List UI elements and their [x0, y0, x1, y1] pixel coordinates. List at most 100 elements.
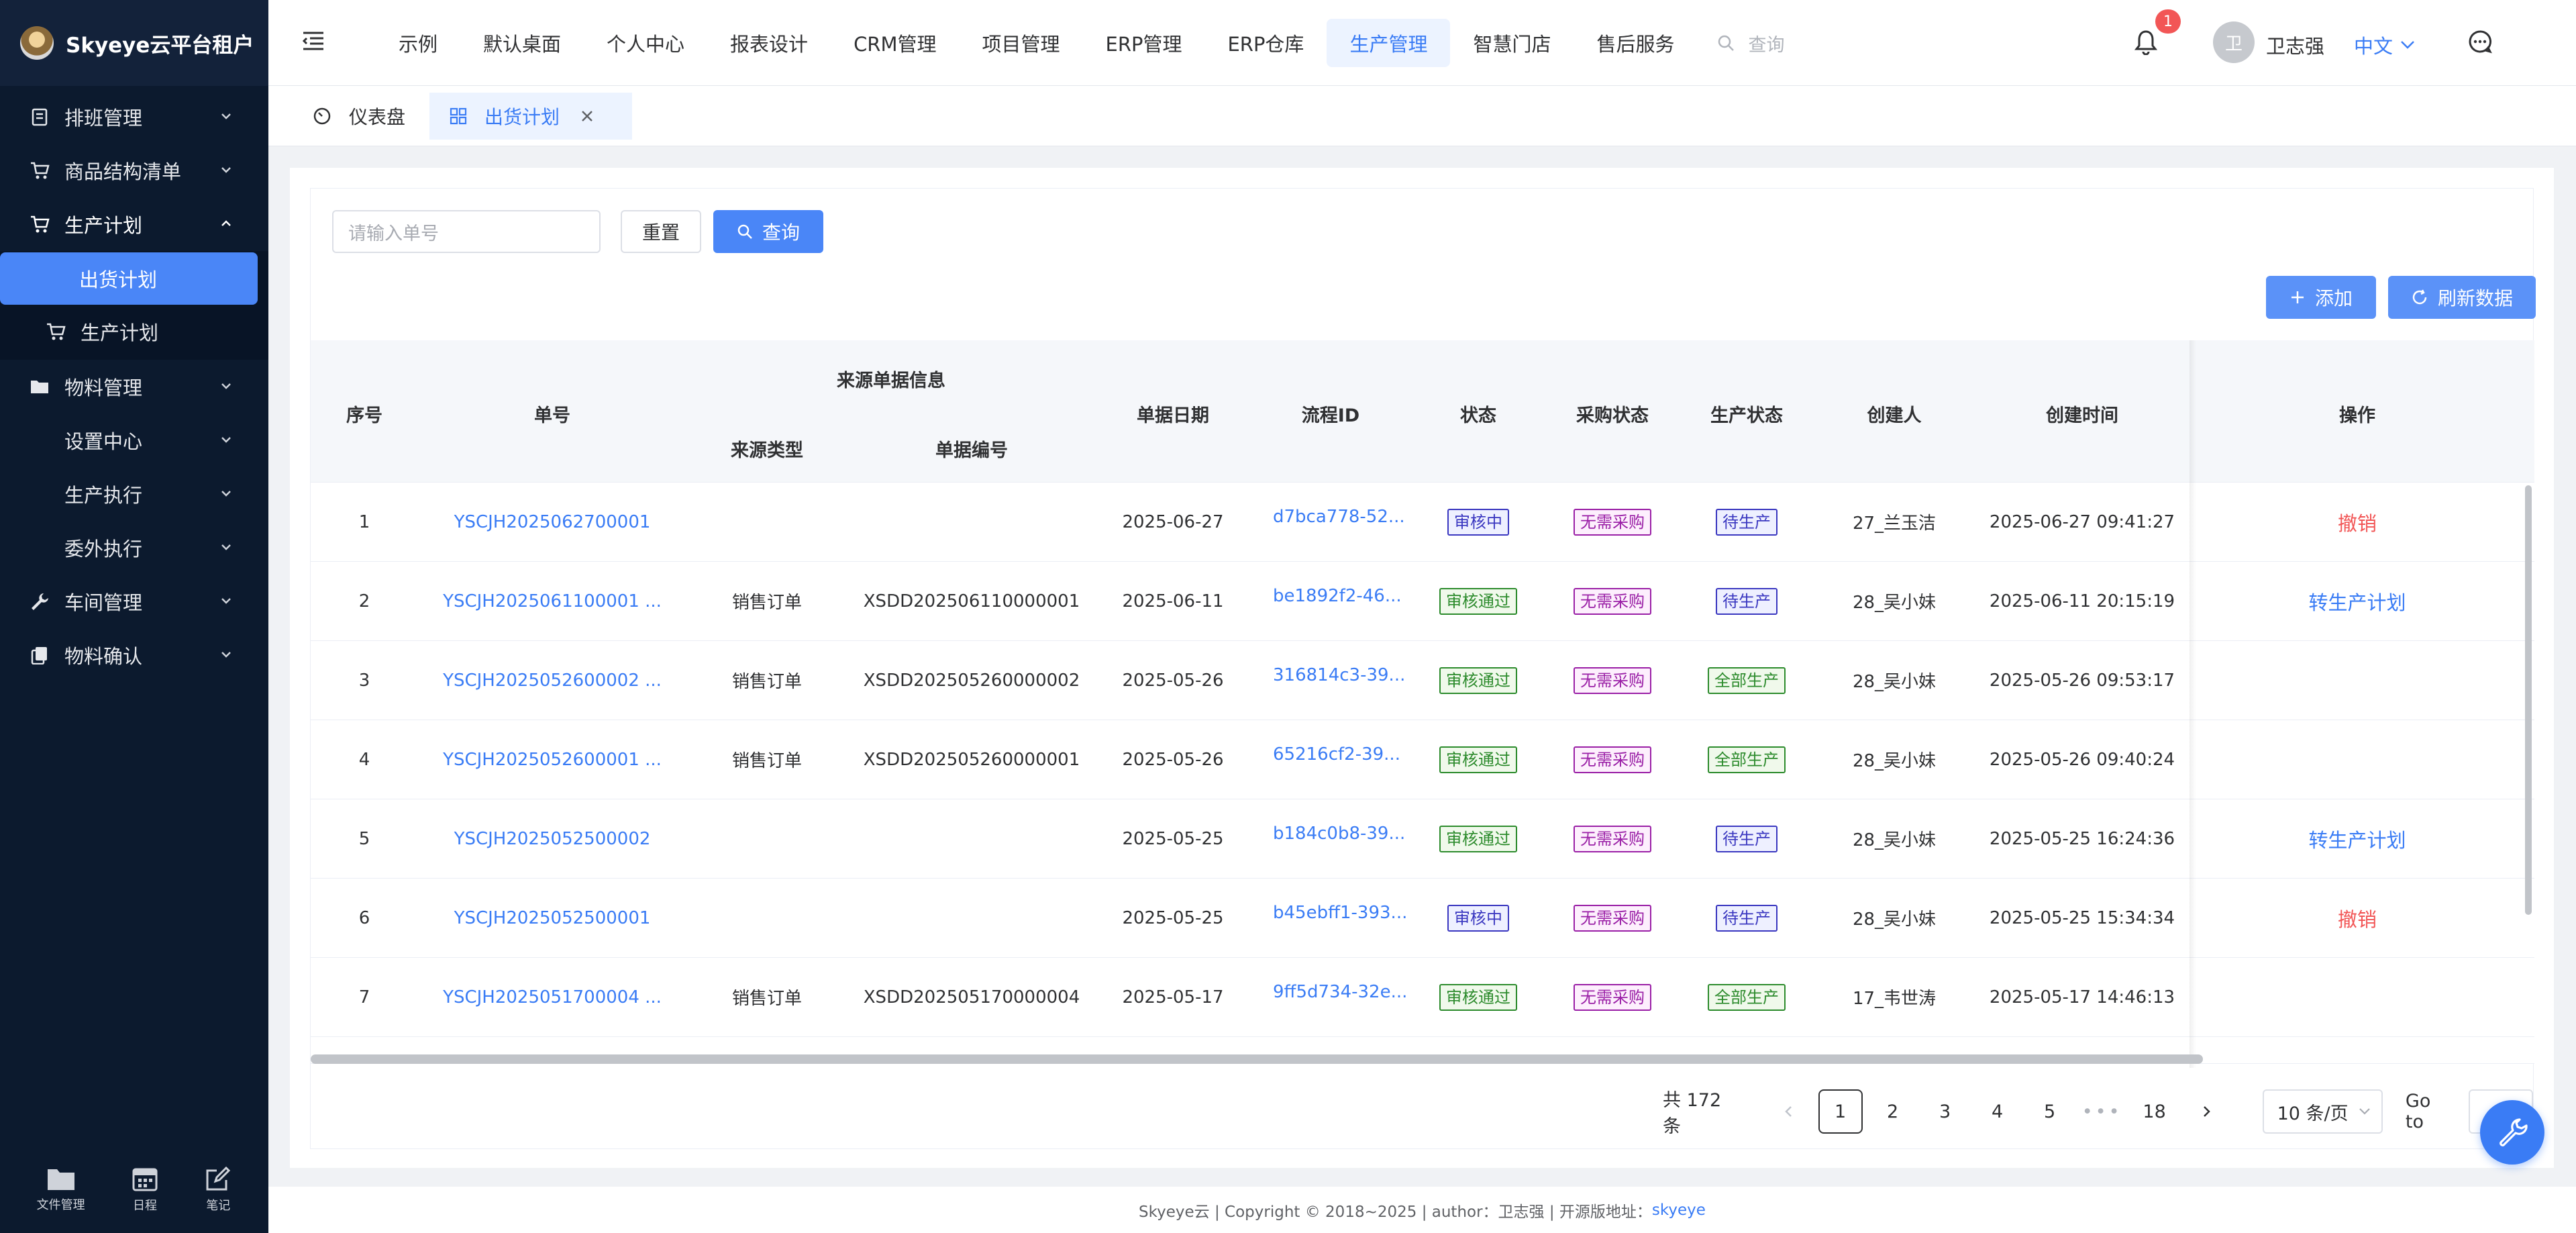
language-select[interactable]: 中文: [2354, 31, 2417, 59]
refresh-button[interactable]: 刷新数据: [2388, 276, 2536, 319]
table-row[interactable]: 2 YSCJH2025061100001 ... 销售订单 XSDD202506110…: [311, 562, 2534, 641]
order-number-link[interactable]: YSCJH2025052500002: [454, 829, 651, 849]
sidebar-item-shipment-plan[interactable]: 出货计划: [0, 252, 258, 305]
nav-search[interactable]: 查询: [1697, 30, 1784, 56]
flow-id-link[interactable]: be1892f2-46...: [1273, 586, 1402, 606]
th-source-no: 单据编号: [935, 440, 1008, 461]
footer-link[interactable]: skyeye: [1652, 1201, 1706, 1219]
cell-status: 审核通过: [1411, 720, 1545, 799]
cell-text: 2: [358, 591, 370, 611]
nav-item-report-design[interactable]: 报表设计: [707, 19, 831, 67]
order-number-link[interactable]: YSCJH2025052600002 ...: [443, 671, 662, 691]
page-button-last[interactable]: 18: [2132, 1089, 2177, 1134]
nav-item-personal-center[interactable]: 个人中心: [584, 19, 707, 67]
flow-id-link[interactable]: b45ebff1-393...: [1273, 903, 1407, 923]
table-row[interactable]: 1 YSCJH2025062700001 2025-06-27 d7bca778-52…: [311, 483, 2534, 562]
table-row[interactable]: 7 YSCJH2025051700004 ... 销售订单 XSDD202505170…: [311, 958, 2534, 1037]
table-row[interactable]: 6 YSCJH2025052500001 2025-05-25 b45ebff1-39…: [311, 879, 2534, 958]
page-button-3[interactable]: 3: [1923, 1089, 1967, 1134]
page-size-select[interactable]: 10 条/页: [2262, 1089, 2383, 1134]
sidebar-item-outsource[interactable]: 委外执行: [0, 521, 268, 575]
tools-fab-button[interactable]: [2480, 1100, 2544, 1165]
nav-item-after-sales[interactable]: 售后服务: [1574, 19, 1697, 67]
nav-item-examples[interactable]: 示例: [376, 19, 460, 67]
sidebar-item-production-plan-group[interactable]: 生产计划: [0, 197, 268, 251]
notes-button[interactable]: 笔记: [205, 1165, 231, 1214]
chat-icon[interactable]: [2468, 30, 2492, 54]
order-number-input[interactable]: 请输入单号: [332, 210, 601, 253]
page-more-button[interactable]: •••: [2080, 1089, 2124, 1134]
sidebar-item-scheduling[interactable]: 排班管理: [0, 90, 268, 144]
cell-text: 28_吴小妹: [1852, 751, 1937, 771]
nav-item-default-desktop[interactable]: 默认桌面: [460, 19, 584, 67]
convert-plan-button[interactable]: 转生产计划: [2308, 587, 2406, 615]
production-tag: 全部生产: [1708, 983, 1786, 1011]
order-number-link[interactable]: YSCJH2025062700001: [454, 512, 651, 532]
reset-button[interactable]: 重置: [621, 210, 701, 253]
cart-icon: [30, 214, 50, 234]
add-button[interactable]: 添加: [2266, 276, 2376, 319]
order-number-link[interactable]: YSCJH2025051700004 ...: [443, 987, 662, 1007]
cell-index: 5: [311, 799, 418, 878]
page-button-2[interactable]: 2: [1871, 1089, 1915, 1134]
tab-dashboard[interactable]: 仪表盘: [293, 93, 425, 140]
nav-item-crm[interactable]: CRM管理: [831, 19, 959, 67]
cell-index: 3: [311, 641, 418, 720]
page-button-4[interactable]: 4: [1975, 1089, 2020, 1134]
logo-bar[interactable]: Skyeye云平台租户: [0, 0, 268, 86]
page-footer: Skyeye云 | Copyright © 2018~2025 | author…: [268, 1187, 2576, 1233]
table-row[interactable]: 3 YSCJH2025052600002 ... 销售订单 XSDD202505260…: [311, 641, 2534, 720]
calendar-button[interactable]: 日程: [132, 1165, 158, 1214]
flow-id-link[interactable]: b184c0b8-39...: [1273, 824, 1405, 844]
bell-icon[interactable]: [2134, 30, 2157, 55]
avatar[interactable]: 卫: [2213, 21, 2255, 63]
nav-item-production[interactable]: 生产管理: [1327, 19, 1451, 67]
horizontal-scrollbar[interactable]: [311, 1054, 2203, 1064]
flow-id-link[interactable]: d7bca778-52...: [1273, 507, 1405, 527]
revoke-button[interactable]: 撤销: [2338, 904, 2377, 932]
username[interactable]: 卫志强: [2266, 31, 2324, 59]
cell-source-type: 销售订单: [686, 641, 847, 720]
table-row[interactable]: 5 YSCJH2025052500002 2025-05-25 b184c0b8-39…: [311, 799, 2534, 879]
order-number-link[interactable]: YSCJH2025061100001 ...: [443, 591, 662, 611]
file-manager-button[interactable]: 文件管理: [37, 1166, 85, 1213]
sidebar-item-material[interactable]: 物料管理: [0, 360, 268, 413]
page-button-1[interactable]: 1: [1818, 1089, 1863, 1134]
convert-plan-button[interactable]: 转生产计划: [2308, 825, 2406, 853]
th-actions: 操作: [2339, 405, 2375, 426]
pagination-total: 共 172 条: [1663, 1090, 1722, 1137]
nav-item-erp[interactable]: ERP管理: [1083, 19, 1205, 67]
tab-shipment-plan[interactable]: 出货计划: [429, 92, 633, 140]
query-button[interactable]: 查询: [713, 210, 823, 253]
nav-item-erp-warehouse[interactable]: ERP仓库: [1204, 19, 1327, 67]
vertical-scrollbar[interactable]: [2525, 485, 2532, 915]
cell-text: XSDD202505260000002: [863, 670, 1080, 691]
nav-item-smart-store[interactable]: 智慧门店: [1450, 19, 1574, 67]
nav-item-project[interactable]: 项目管理: [959, 19, 1082, 67]
th-flow-id: 流程ID: [1301, 405, 1360, 426]
close-icon[interactable]: [580, 109, 595, 124]
menu-collapse-icon[interactable]: [302, 31, 325, 51]
flow-id-link[interactable]: 65216cf2-39...: [1273, 744, 1400, 765]
cell-text: 3: [358, 670, 370, 691]
cell-source-no: [847, 799, 1096, 878]
next-page-button[interactable]: [2185, 1089, 2229, 1134]
refresh-label: 刷新数据: [2437, 287, 2513, 309]
sidebar-item-production-exec[interactable]: 生产执行: [0, 467, 268, 521]
sidebar-item-production-plan[interactable]: 生产计划: [0, 305, 268, 358]
revoke-button[interactable]: 撤销: [2338, 508, 2377, 536]
order-number-link[interactable]: YSCJH2025052500001: [454, 908, 651, 928]
table-row[interactable]: 4 YSCJH2025052600001 ... 销售订单 XSDD202505260…: [311, 720, 2534, 799]
sidebar-item-bom[interactable]: 商品结构清单: [0, 144, 268, 197]
sidebar-item-settings[interactable]: 设置中心: [0, 413, 268, 467]
sidebar-item-material-confirm[interactable]: 物料确认: [0, 628, 268, 682]
cart-icon: [46, 322, 66, 342]
sidebar-item-workshop[interactable]: 车间管理: [0, 575, 268, 628]
order-number-link[interactable]: YSCJH2025052600001 ...: [443, 750, 662, 770]
flow-id-link[interactable]: 316814c3-39...: [1273, 665, 1405, 685]
purchase-tag: 无需采购: [1574, 746, 1651, 773]
page-button-5[interactable]: 5: [2028, 1089, 2072, 1134]
th-index: 序号: [346, 405, 382, 426]
prev-page-button[interactable]: [1766, 1089, 1810, 1134]
flow-id-link[interactable]: 9ff5d734-32e...: [1273, 982, 1407, 1002]
